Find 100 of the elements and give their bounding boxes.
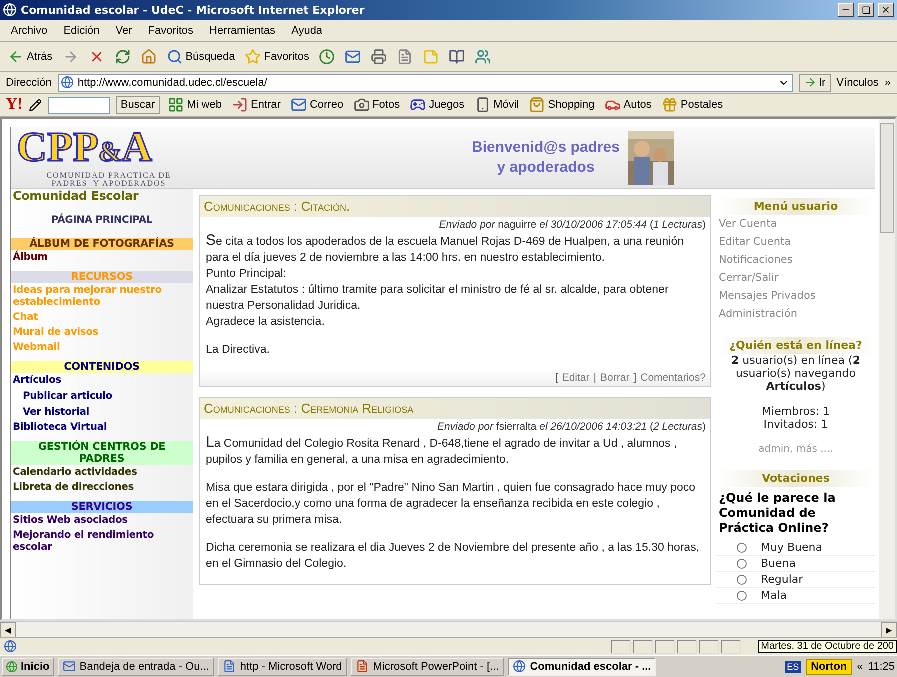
radio-button[interactable] <box>737 558 747 568</box>
start-button[interactable]: Inicio <box>2 658 54 676</box>
article-paragraph: Misa que estara dirigida , por el "Padre" Nino San Martin , quien fue consagrado hace muy poco en el Sacerdocio,y como una forma de agradecer la enseñanza recibida en este colegio , efectuara su primera misa. <box>205 481 697 528</box>
sidebar-link[interactable]: Artículos <box>11 373 193 388</box>
toolbar-button[interactable]: Búsqueda <box>164 48 238 64</box>
toolbar-button[interactable]: Postales <box>660 97 726 113</box>
taskbar-button[interactable]: http - Microsoft Word <box>218 658 348 676</box>
radio-button[interactable] <box>737 590 747 600</box>
menu-item[interactable]: Herramientas <box>204 24 281 36</box>
menu-link[interactable]: Editar Cuenta <box>717 233 875 251</box>
globe-icon <box>513 660 526 673</box>
chevron-label[interactable]: » <box>884 76 891 88</box>
sidebar-link[interactable]: Libreta de direcciones <box>11 480 193 495</box>
go-button[interactable]: Ir <box>798 74 831 92</box>
menu-link[interactable]: Mensajes Privados <box>717 287 875 305</box>
menu-link[interactable]: Ver Cuenta <box>717 215 875 233</box>
logo-subtitle: PADRES Y APODERADOS <box>50 180 168 188</box>
toolbar-button[interactable] <box>369 48 390 64</box>
sidebar-link[interactable]: Ver historial <box>11 404 193 420</box>
document-icon <box>223 660 236 673</box>
radio-button[interactable] <box>737 542 747 552</box>
star-icon <box>245 48 262 64</box>
home-link[interactable]: PÁGINA PRINCIPAL <box>11 215 193 226</box>
sidebar-link[interactable]: Álbum <box>11 250 193 265</box>
maximize-button[interactable] <box>858 3 874 17</box>
toolbar-button[interactable]: Favoritos <box>243 48 312 64</box>
search-field[interactable] <box>48 96 110 114</box>
toolbar-button[interactable]: Móvil <box>472 97 522 113</box>
tray-chevron[interactable]: « <box>857 660 864 672</box>
toolbar-button[interactable] <box>317 48 338 64</box>
menu-item[interactable]: Archivo <box>6 24 53 36</box>
taskbar-button[interactable]: Comunidad escolar - ... <box>508 658 656 676</box>
action-link[interactable]: Comentarios? <box>640 372 706 384</box>
action-link[interactable]: Editar <box>562 372 590 384</box>
status-pane <box>655 640 675 654</box>
taskbar-button[interactable]: Bandeja de entrada - Ou... <box>58 658 214 676</box>
mail-icon <box>62 660 76 673</box>
welcome-text: Bienvenid@s padres <box>472 138 620 158</box>
toolbar-button[interactable] <box>447 48 468 64</box>
taskbar-button[interactable]: Microsoft PowerPoint - [... <box>351 658 504 676</box>
toolbar-button[interactable]: Atrás <box>6 48 55 64</box>
horizontal-scrollbar[interactable]: ◀ ▶ <box>0 621 897 637</box>
option-label: Buena <box>761 557 796 570</box>
menu-link[interactable]: Administración <box>717 305 875 323</box>
sidebar-link[interactable]: Mejorando el rendimiento escolar <box>11 528 193 555</box>
status-pane <box>633 640 653 654</box>
sidebar-link[interactable]: Sitios Web asociados <box>11 513 193 528</box>
address-field[interactable]: http://www.comunidad.udec.cl/escuela/ <box>58 74 793 92</box>
vertical-scrollbar[interactable] <box>879 119 895 619</box>
separator-text: [ <box>555 372 558 384</box>
members-count: Miembros: 1 <box>761 405 831 418</box>
toolbar-button[interactable]: Correo <box>288 97 346 113</box>
close-button[interactable] <box>878 3 894 17</box>
sidebar-link[interactable]: Biblioteca Virtual <box>11 420 193 435</box>
menu-item[interactable]: Ayuda <box>286 24 328 36</box>
minimize-button[interactable] <box>838 3 854 17</box>
sidebar-link[interactable]: Publicar articulo <box>11 388 193 404</box>
toolbar-button[interactable]: Juegos <box>408 97 467 113</box>
toolbar-button[interactable]: Fotos <box>352 97 402 113</box>
search-icon <box>166 48 183 64</box>
toolbar-button[interactable]: Autos <box>602 97 654 113</box>
status-pane <box>611 640 631 654</box>
separator-text: | <box>594 372 597 384</box>
menu-item[interactable]: Favoritos <box>143 24 199 36</box>
scroll-left-button[interactable]: ◀ <box>0 622 16 638</box>
grid-icon <box>168 97 184 113</box>
menu-item[interactable]: Ver <box>110 24 138 36</box>
menu-item[interactable]: Edición <box>58 24 105 36</box>
pencil-icon[interactable] <box>28 98 42 112</box>
language-indicator[interactable]: ES <box>785 660 802 672</box>
norton-button[interactable]: Norton <box>806 658 852 674</box>
document-icon <box>356 660 370 673</box>
action-link[interactable]: Borrar <box>600 372 630 384</box>
online-summary: 2 usuario(s) en línea (2 usuario(s) navegando Artículos) <box>730 354 862 393</box>
search-button[interactable]: Buscar <box>116 96 160 114</box>
article-title: Comunicaciones : Citación. <box>204 199 350 214</box>
toolbar-button[interactable]: Entrar <box>230 97 283 113</box>
phone-icon <box>474 97 491 113</box>
browser-icon <box>3 3 17 17</box>
maximize-icon <box>862 6 870 14</box>
yahoo-logo[interactable]: Y! <box>6 96 23 114</box>
gamepad-icon <box>410 97 426 113</box>
sidebar-link[interactable]: Calendario actividades <box>11 465 193 480</box>
article-paragraph: Dicha ceremonia se realizara el dia Jueves 2 de Noviembre del presente año , a las 15.30 horas, en el Gimnasio del Colegio. <box>205 541 701 572</box>
poll-question: ¿Qué le parece la Comunidad de Práctica Online? <box>718 490 837 537</box>
clock-text: 11:25 <box>868 660 895 672</box>
toolbar-button[interactable] <box>473 48 494 64</box>
date-tooltip: Martes, 31 de Octubre de 200 <box>758 640 897 653</box>
toolbar-button[interactable]: Shopping <box>527 97 597 113</box>
links-label[interactable]: Vínculos <box>836 76 879 88</box>
separator-text: ] <box>634 372 637 384</box>
toolbar-button[interactable] <box>343 48 364 64</box>
radio-button[interactable] <box>737 574 747 584</box>
menu-link[interactable]: Notificaciones <box>717 251 875 269</box>
toolbar-button[interactable]: Mi web <box>166 97 224 113</box>
menu-link[interactable]: Cerrar/Salir <box>717 269 875 287</box>
refresh-icon <box>114 48 131 64</box>
people-icon <box>475 48 492 64</box>
status-pane <box>721 640 741 654</box>
scroll-right-button[interactable]: ▶ <box>881 622 897 638</box>
